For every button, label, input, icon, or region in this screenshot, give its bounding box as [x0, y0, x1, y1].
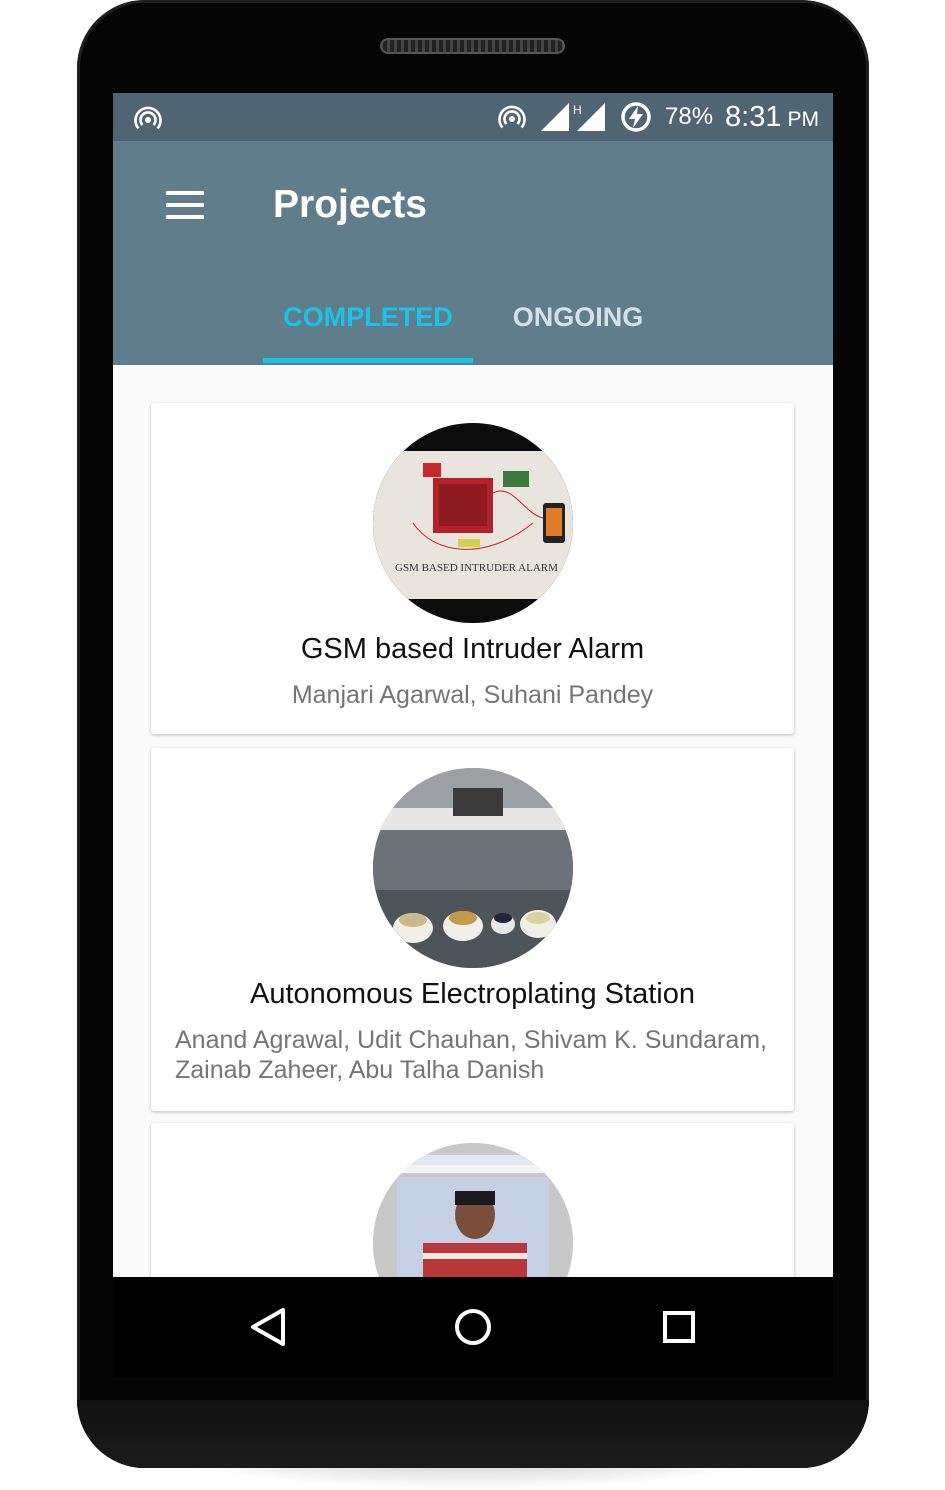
hotspot-icon [498, 105, 526, 129]
project-authors: Anand Agrawal, Udit Chauhan, Shivam K. S… [175, 1026, 768, 1084]
svg-text:H: H [573, 103, 582, 117]
screen: H 78% 8:31PM Projects COMPLETED ONGOING [113, 93, 833, 1277]
data-saver-icon [621, 102, 651, 132]
page-title: Projects [273, 183, 427, 226]
project-image: GSM BASED INTRUDER ALARM [373, 423, 573, 623]
project-title: GSM based Intruder Alarm [300, 633, 645, 665]
home-icon[interactable] [443, 1302, 503, 1352]
phone-speaker [380, 38, 565, 54]
phone-chin [77, 1400, 869, 1468]
recents-icon[interactable] [649, 1302, 709, 1352]
project-card[interactable]: Autonomous Electroplating Station Anand … [151, 748, 794, 1111]
back-icon[interactable] [239, 1302, 299, 1352]
status-icons: H 78% 8:31 PM [497, 99, 819, 135]
clock-time: 8:31 [725, 100, 782, 133]
project-title: Autonomous Electroplating Station [250, 978, 695, 1010]
clock: 8:31 PM [725, 101, 819, 134]
app-bar: Projects [113, 141, 833, 269]
tab-indicator [263, 358, 473, 363]
project-image [373, 1143, 573, 1277]
signal-icon: H [541, 103, 605, 131]
hotspot-icon [134, 106, 162, 130]
project-list: GSM BASED INTRUDER ALARM GSM based Intru… [113, 365, 833, 1277]
tab-ongoing[interactable]: ONGOING [473, 269, 683, 365]
clock-ampm: PM [787, 107, 820, 131]
project-card[interactable] [151, 1123, 794, 1277]
project-image [373, 768, 573, 968]
svg-text:GSM BASED INTRUDER ALARM: GSM BASED INTRUDER ALARM [395, 562, 558, 574]
battery-percent: 78% [665, 103, 714, 130]
tab-completed[interactable]: COMPLETED [263, 269, 473, 365]
menu-icon[interactable] [166, 191, 204, 221]
project-card[interactable]: GSM BASED INTRUDER ALARM GSM based Intru… [151, 403, 794, 734]
status-bar: H 78% 8:31 PM [113, 93, 833, 141]
navigation-bar [113, 1277, 833, 1377]
tab-bar: COMPLETED ONGOING [113, 269, 833, 365]
project-authors: Manjari Agarwal, Suhani Pandey [291, 681, 654, 709]
